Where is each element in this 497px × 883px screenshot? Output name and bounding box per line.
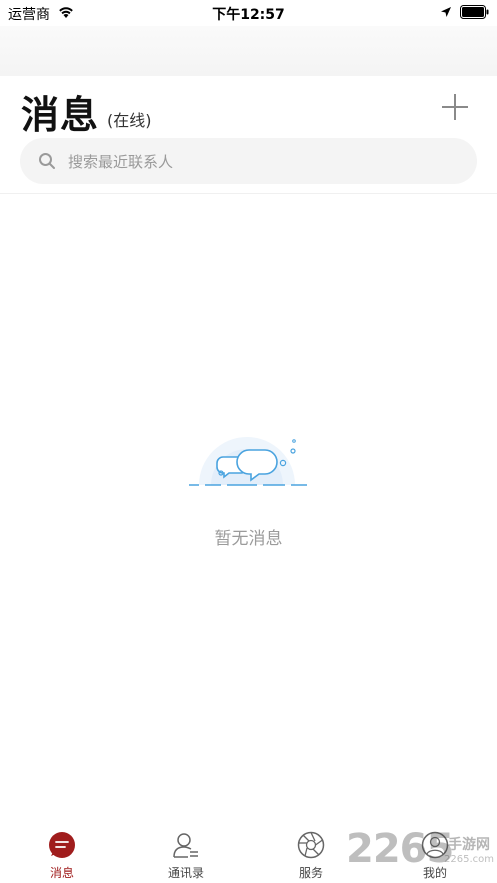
location-arrow-icon — [441, 7, 451, 17]
search-placeholder: 搜索最近联系人 — [68, 153, 174, 171]
battery-icon — [460, 5, 489, 19]
header-background — [0, 26, 497, 76]
watermark-text: 手游网 — [448, 837, 490, 853]
watermark-digits: 2265 — [346, 826, 454, 872]
search-icon — [39, 153, 55, 169]
tab-label: 服务 — [298, 866, 323, 880]
online-status: (在线) — [107, 111, 152, 130]
contacts-icon — [173, 833, 198, 858]
plus-icon — [442, 94, 468, 120]
status-bar: 运营商 下午12:57 — [0, 0, 497, 26]
tab-label: 通讯录 — [167, 866, 204, 880]
watermark-domain: 2265.com — [444, 854, 494, 865]
watermark-logo: 2265 手游网 2265.com — [346, 826, 496, 880]
service-aperture-icon — [297, 831, 325, 859]
tab-services[interactable]: 服务 — [271, 823, 351, 883]
tab-messages[interactable]: 消息 — [22, 823, 102, 883]
search-input[interactable]: 搜索最近联系人 — [20, 138, 477, 184]
tab-contacts[interactable]: 通讯录 — [146, 823, 226, 883]
status-time: 下午12:57 — [212, 7, 285, 23]
tab-label: 消息 — [49, 866, 74, 880]
divider — [0, 193, 497, 194]
page-title: 消息 — [21, 93, 100, 137]
empty-chat-illustration — [189, 437, 307, 486]
message-icon — [49, 832, 75, 858]
add-button[interactable] — [440, 92, 470, 122]
empty-state-text: 暂无消息 — [214, 529, 283, 549]
